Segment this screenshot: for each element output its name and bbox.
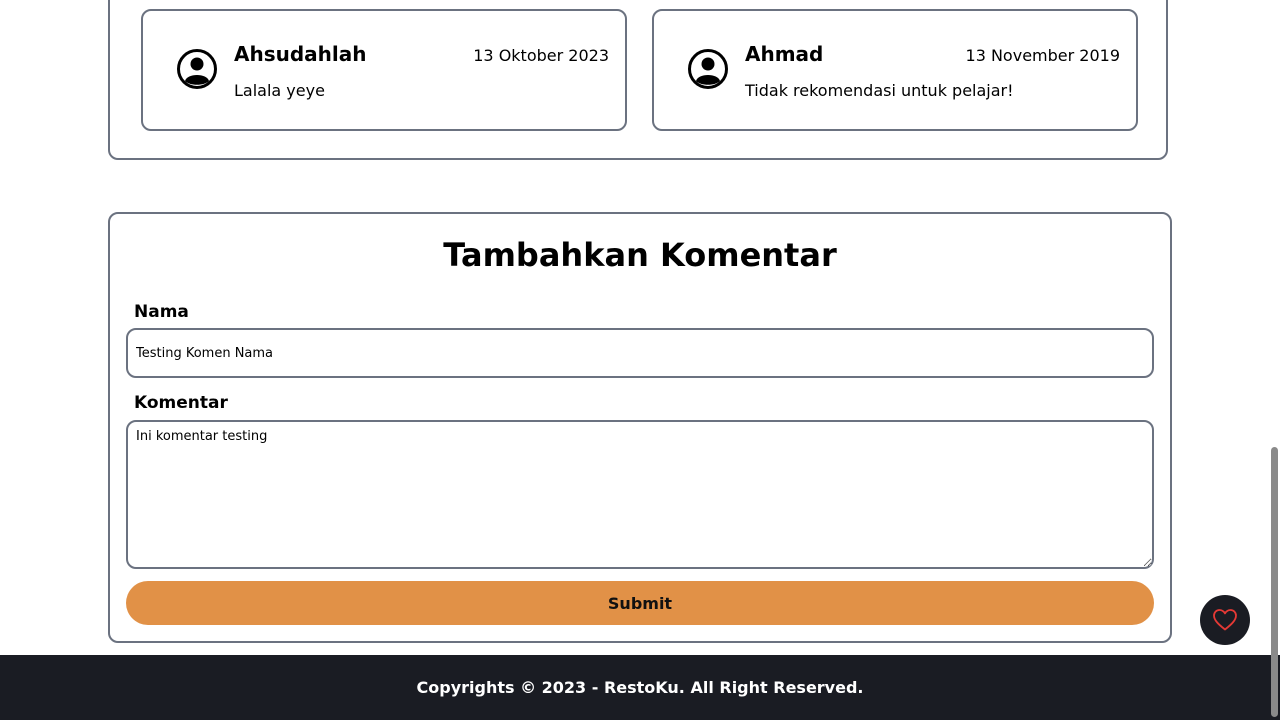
review-date: 13 Oktober 2023 (473, 46, 609, 65)
review-card: Ahsudahlah 13 Oktober 2023 Lalala yeye (141, 9, 627, 131)
form-title: Tambahkan Komentar (443, 236, 837, 274)
reviewer-name: Ahsudahlah (234, 42, 367, 66)
name-label: Nama (134, 302, 189, 322)
favorite-button[interactable] (1200, 595, 1250, 645)
footer: Copyrights © 2023 - RestoKu. All Right R… (0, 655, 1280, 720)
review-text: Lalala yeye (234, 81, 325, 100)
review-text: Tidak rekomendasi untuk pelajar! (745, 81, 1014, 100)
comment-label: Komentar (134, 393, 228, 413)
scrollbar[interactable] (1270, 0, 1280, 720)
user-avatar-icon (688, 49, 728, 89)
comment-textarea[interactable]: Ini komentar testing (126, 420, 1154, 569)
review-date: 13 November 2019 (965, 46, 1120, 65)
name-input[interactable] (126, 328, 1154, 378)
scrollbar-thumb[interactable] (1271, 447, 1278, 717)
submit-button[interactable]: Submit (126, 581, 1154, 625)
user-avatar-icon (177, 49, 217, 89)
copyright-text: Copyrights © 2023 - RestoKu. All Right R… (416, 678, 864, 697)
add-comment-form: Tambahkan Komentar Nama Komentar Ini kom… (108, 212, 1172, 643)
reviewer-name: Ahmad (745, 42, 824, 66)
heart-icon (1213, 609, 1237, 631)
review-card: Ahmad 13 November 2019 Tidak rekomendasi… (652, 9, 1138, 131)
page: Ahsudahlah 13 Oktober 2023 Lalala yeye A… (0, 0, 1280, 720)
